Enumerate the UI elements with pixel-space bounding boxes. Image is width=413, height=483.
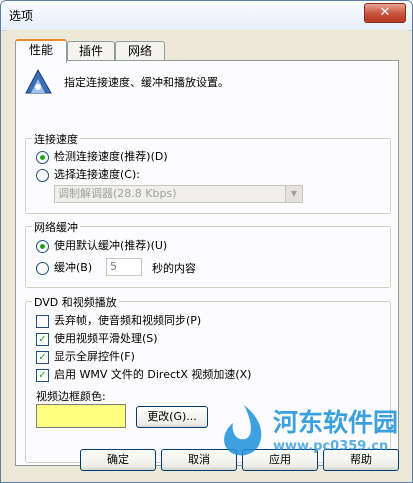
default-buffer-radio[interactable]: 使用默认缓冲(推荐)(U) — [36, 238, 167, 254]
fullscreen-controls-label: 显示全屏控件(F) — [54, 350, 135, 363]
performance-panel: 指定连接速度、缓冲和播放设置。 连接速度 检测连接速度(推荐)(D) 选择连接速… — [15, 60, 399, 466]
connection-speed-legend: 连接速度 — [32, 131, 80, 147]
connection-speed-select[interactable]: 调制解调器(28.8 Kbps) ▼ — [54, 185, 303, 203]
checkbox-unchecked — [36, 314, 49, 328]
help-button[interactable]: 帮助 — [323, 449, 399, 471]
border-color-swatch — [36, 404, 126, 428]
dvd-video-legend: DVD 和视频播放 — [32, 294, 119, 310]
fullscreen-controls-checkbox[interactable]: ✓ 显示全屏控件(F) — [36, 349, 135, 365]
radio-selected — [36, 150, 49, 164]
tab-plugins[interactable]: 插件 — [67, 41, 115, 61]
network-buffer-legend: 网络缓冲 — [32, 219, 80, 235]
close-button[interactable]: ✕ — [364, 3, 406, 23]
check-icon: ✓ — [36, 332, 49, 346]
choose-speed-radio[interactable]: 选择连接速度(C): — [36, 167, 140, 183]
radio-unselected — [36, 168, 49, 182]
performance-icon — [25, 68, 52, 94]
drop-frames-checkbox[interactable]: 丢弃帧，使音频和视频同步(P) — [36, 313, 201, 329]
buffer-seconds-suffix: 秒的内容 — [152, 262, 196, 275]
radio-unselected — [36, 261, 49, 275]
smoothing-label: 使用视频平滑处理(S) — [54, 332, 158, 345]
radio-selected — [36, 239, 49, 253]
default-buffer-label: 使用默认缓冲(推荐)(U) — [54, 239, 168, 252]
buffer-seconds-input[interactable]: 5 — [106, 258, 142, 276]
directx-acceleration-checkbox[interactable]: ✓ 启用 WMV 文件的 DirectX 视频加速(X) — [36, 367, 251, 383]
tab-performance[interactable]: 性能 — [15, 39, 67, 63]
change-color-button[interactable]: 更改(G)... — [136, 406, 208, 428]
intro-text: 指定连接速度、缓冲和播放设置。 — [64, 76, 229, 89]
custom-buffer-radio[interactable]: 缓冲(B) — [36, 260, 92, 276]
detect-speed-radio[interactable]: 检测连接速度(推荐)(D) — [36, 149, 168, 165]
check-icon: ✓ — [36, 350, 49, 364]
network-buffer-group: 网络缓冲 使用默认缓冲(推荐)(U) 缓冲(B) 5 秒的内容 — [25, 219, 391, 288]
border-color-label: 视频边框颜色: — [36, 390, 106, 403]
close-icon: ✕ — [379, 5, 391, 20]
choose-speed-label: 选择连接速度(C): — [54, 168, 140, 181]
ok-button[interactable]: 确定 — [80, 449, 156, 471]
options-dialog: 选项 ✕ 性能 插件 网络 指定连接速度、缓冲和播放设置。 连接速度 检测连接速… — [0, 0, 413, 483]
detect-speed-label: 检测连接速度(推荐)(D) — [54, 150, 168, 163]
connection-speed-value: 调制解调器(28.8 Kbps) — [58, 187, 177, 200]
title-bar: 选项 ✕ — [1, 1, 412, 31]
cancel-button[interactable]: 取消 — [161, 449, 237, 471]
window-title: 选项 — [9, 9, 34, 23]
drop-frames-label: 丢弃帧，使音频和视频同步(P) — [54, 314, 202, 327]
smoothing-checkbox[interactable]: ✓ 使用视频平滑处理(S) — [36, 331, 158, 347]
connection-speed-group: 连接速度 检测连接速度(推荐)(D) 选择连接速度(C): 调制解调器(28.8… — [25, 131, 391, 214]
directx-acceleration-label: 启用 WMV 文件的 DirectX 视频加速(X) — [54, 368, 252, 381]
dialog-client: 性能 插件 网络 指定连接速度、缓冲和播放设置。 连接速度 检测连接速度(推荐)… — [6, 30, 407, 477]
tab-network[interactable]: 网络 — [115, 41, 165, 61]
custom-buffer-label: 缓冲(B) — [54, 261, 93, 274]
chevron-down-icon: ▼ — [285, 186, 302, 202]
dvd-video-group: DVD 和视频播放 丢弃帧，使音频和视频同步(P) ✓ 使用视频平滑处理(S) ✓… — [25, 294, 391, 463]
apply-button[interactable]: 应用 — [242, 449, 318, 471]
check-icon: ✓ — [36, 368, 49, 382]
